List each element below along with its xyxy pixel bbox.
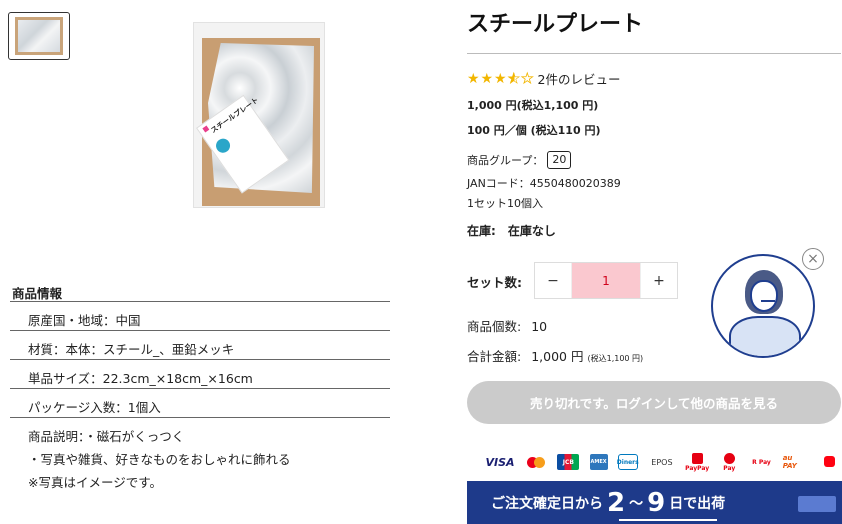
amex-icon: AMEX — [589, 454, 608, 470]
group-badge[interactable]: 20 — [547, 151, 572, 169]
quantity-stepper: − 1 + — [534, 262, 678, 299]
group-label: 商品グループ： — [467, 154, 544, 167]
item-count-label: 商品個数: — [467, 319, 522, 334]
description-line: ※写真はイメージです。 — [28, 475, 162, 490]
half-star-icon: ★ — [507, 70, 521, 87]
jcb-icon: JCB — [557, 454, 580, 470]
operator-face — [750, 280, 778, 312]
truck-icon — [798, 496, 836, 512]
headset-mic-icon — [761, 300, 775, 302]
quantity-input[interactable]: 1 — [571, 263, 641, 298]
chat-close-icon[interactable]: × — [802, 248, 824, 270]
epos-icon: EPOS — [651, 457, 673, 467]
dpay-text: Pay — [723, 464, 736, 472]
total-price: 合計金額: 1,000 円 (税込1,100 円) — [467, 346, 643, 365]
banner-prefix: ご注文確定日から — [491, 495, 603, 512]
aupay-icon: au PAY — [782, 454, 797, 470]
product-info: 商品情報 原産国・地域：中国 材質：本体：スチール_、亜鉛メッキ 単品サイズ：2… — [10, 283, 390, 494]
paypay-text: PayPay — [685, 464, 710, 472]
title-divider — [467, 53, 841, 54]
chat-assistant-button[interactable] — [711, 254, 815, 358]
info-package-count: パッケージ入数：1個入 — [10, 389, 390, 418]
rakuten-pay-icon: R Pay — [752, 458, 771, 466]
star-icon: ★ — [467, 70, 480, 87]
paypay-icon: PayPay — [685, 452, 710, 472]
item-count-value: 10 — [531, 319, 548, 334]
banner-underline — [619, 519, 717, 521]
shipping-banner: ご注文確定日から 2 〜 9 日で出荷 — [467, 481, 842, 524]
visa-icon: VISA — [485, 455, 515, 469]
empty-star-icon: ★ — [521, 70, 534, 87]
product-thumbnail[interactable] — [8, 12, 70, 60]
stock-status: 在庫: 在庫なし — [467, 222, 556, 239]
total-label: 合計金額: — [467, 349, 522, 364]
banner-days-min: 2 — [607, 487, 626, 518]
merpay-icon — [819, 452, 841, 472]
stock-value: 在庫なし — [507, 224, 556, 238]
operator-body — [729, 316, 801, 356]
review-count-link[interactable]: 2件のレビュー — [538, 69, 621, 88]
star-icon: ★ — [494, 70, 507, 87]
sold-out-login-button[interactable]: 売り切れです。ログインして他の商品を見る — [467, 381, 841, 424]
payment-methods: VISA JCB AMEX Diners EPOS PayPay Pay R P… — [485, 451, 841, 473]
product-title: スチールプレート — [467, 12, 644, 37]
mastercard-orange-circle — [534, 456, 546, 468]
stock-label: 在庫: — [467, 224, 496, 238]
mastercard-icon — [525, 452, 547, 472]
banner-days-max: 9 — [647, 487, 666, 518]
set-contents: 1セット10個入 — [467, 197, 543, 210]
paypay-logo — [691, 452, 703, 464]
diners-icon: Diners — [617, 454, 639, 470]
decrement-button[interactable]: − — [535, 263, 571, 298]
item-count: 商品個数: 10 — [467, 316, 547, 335]
total-tax: (税込1,100 円) — [587, 354, 644, 363]
unit-price: 100 円／個 (税込110 円) — [467, 124, 601, 137]
jan-code: JANコード：4550480020389 — [467, 177, 621, 190]
increment-button[interactable]: + — [641, 263, 677, 298]
product-group: 商品グループ： 20 — [467, 151, 572, 169]
product-info-title: 商品情報 — [10, 283, 390, 302]
info-material: 材質：本体：スチール_、亜鉛メッキ — [10, 331, 390, 360]
dpay-icon: Pay — [718, 452, 740, 472]
price: 1,000 円(税込1,100 円) — [467, 99, 599, 112]
package-badge — [213, 135, 233, 156]
description-line: ・写真や雑貨、好きなものをおしゃれに飾れる — [28, 452, 291, 467]
total-value: 1,000 円 — [531, 349, 584, 364]
banner-separator: 〜 — [629, 495, 644, 512]
star-icon: ★ — [480, 70, 494, 87]
thumbnail-image — [15, 17, 63, 55]
info-size: 単品サイズ：22.3cm_×18cm_×16cm — [10, 360, 390, 389]
star-rating: ★ ★ ★ ★ ★ — [467, 70, 535, 87]
banner-suffix: 日で出荷 — [669, 495, 726, 512]
dpay-logo — [723, 452, 735, 464]
rating[interactable]: ★ ★ ★ ★ ★ 2件のレビュー — [467, 69, 620, 88]
product-main-image: スチールプレート — [193, 22, 325, 208]
info-description: 商品説明：・磁石がくっつく ・写真や雑貨、好きなものをおしゃれに飾れる ※写真は… — [10, 425, 390, 494]
merpay-logo — [824, 456, 836, 467]
quantity-label: セット数: — [467, 275, 522, 290]
info-origin: 原産国・地域：中国 — [10, 302, 390, 331]
description-line: 商品説明：・磁石がくっつく — [28, 429, 185, 444]
